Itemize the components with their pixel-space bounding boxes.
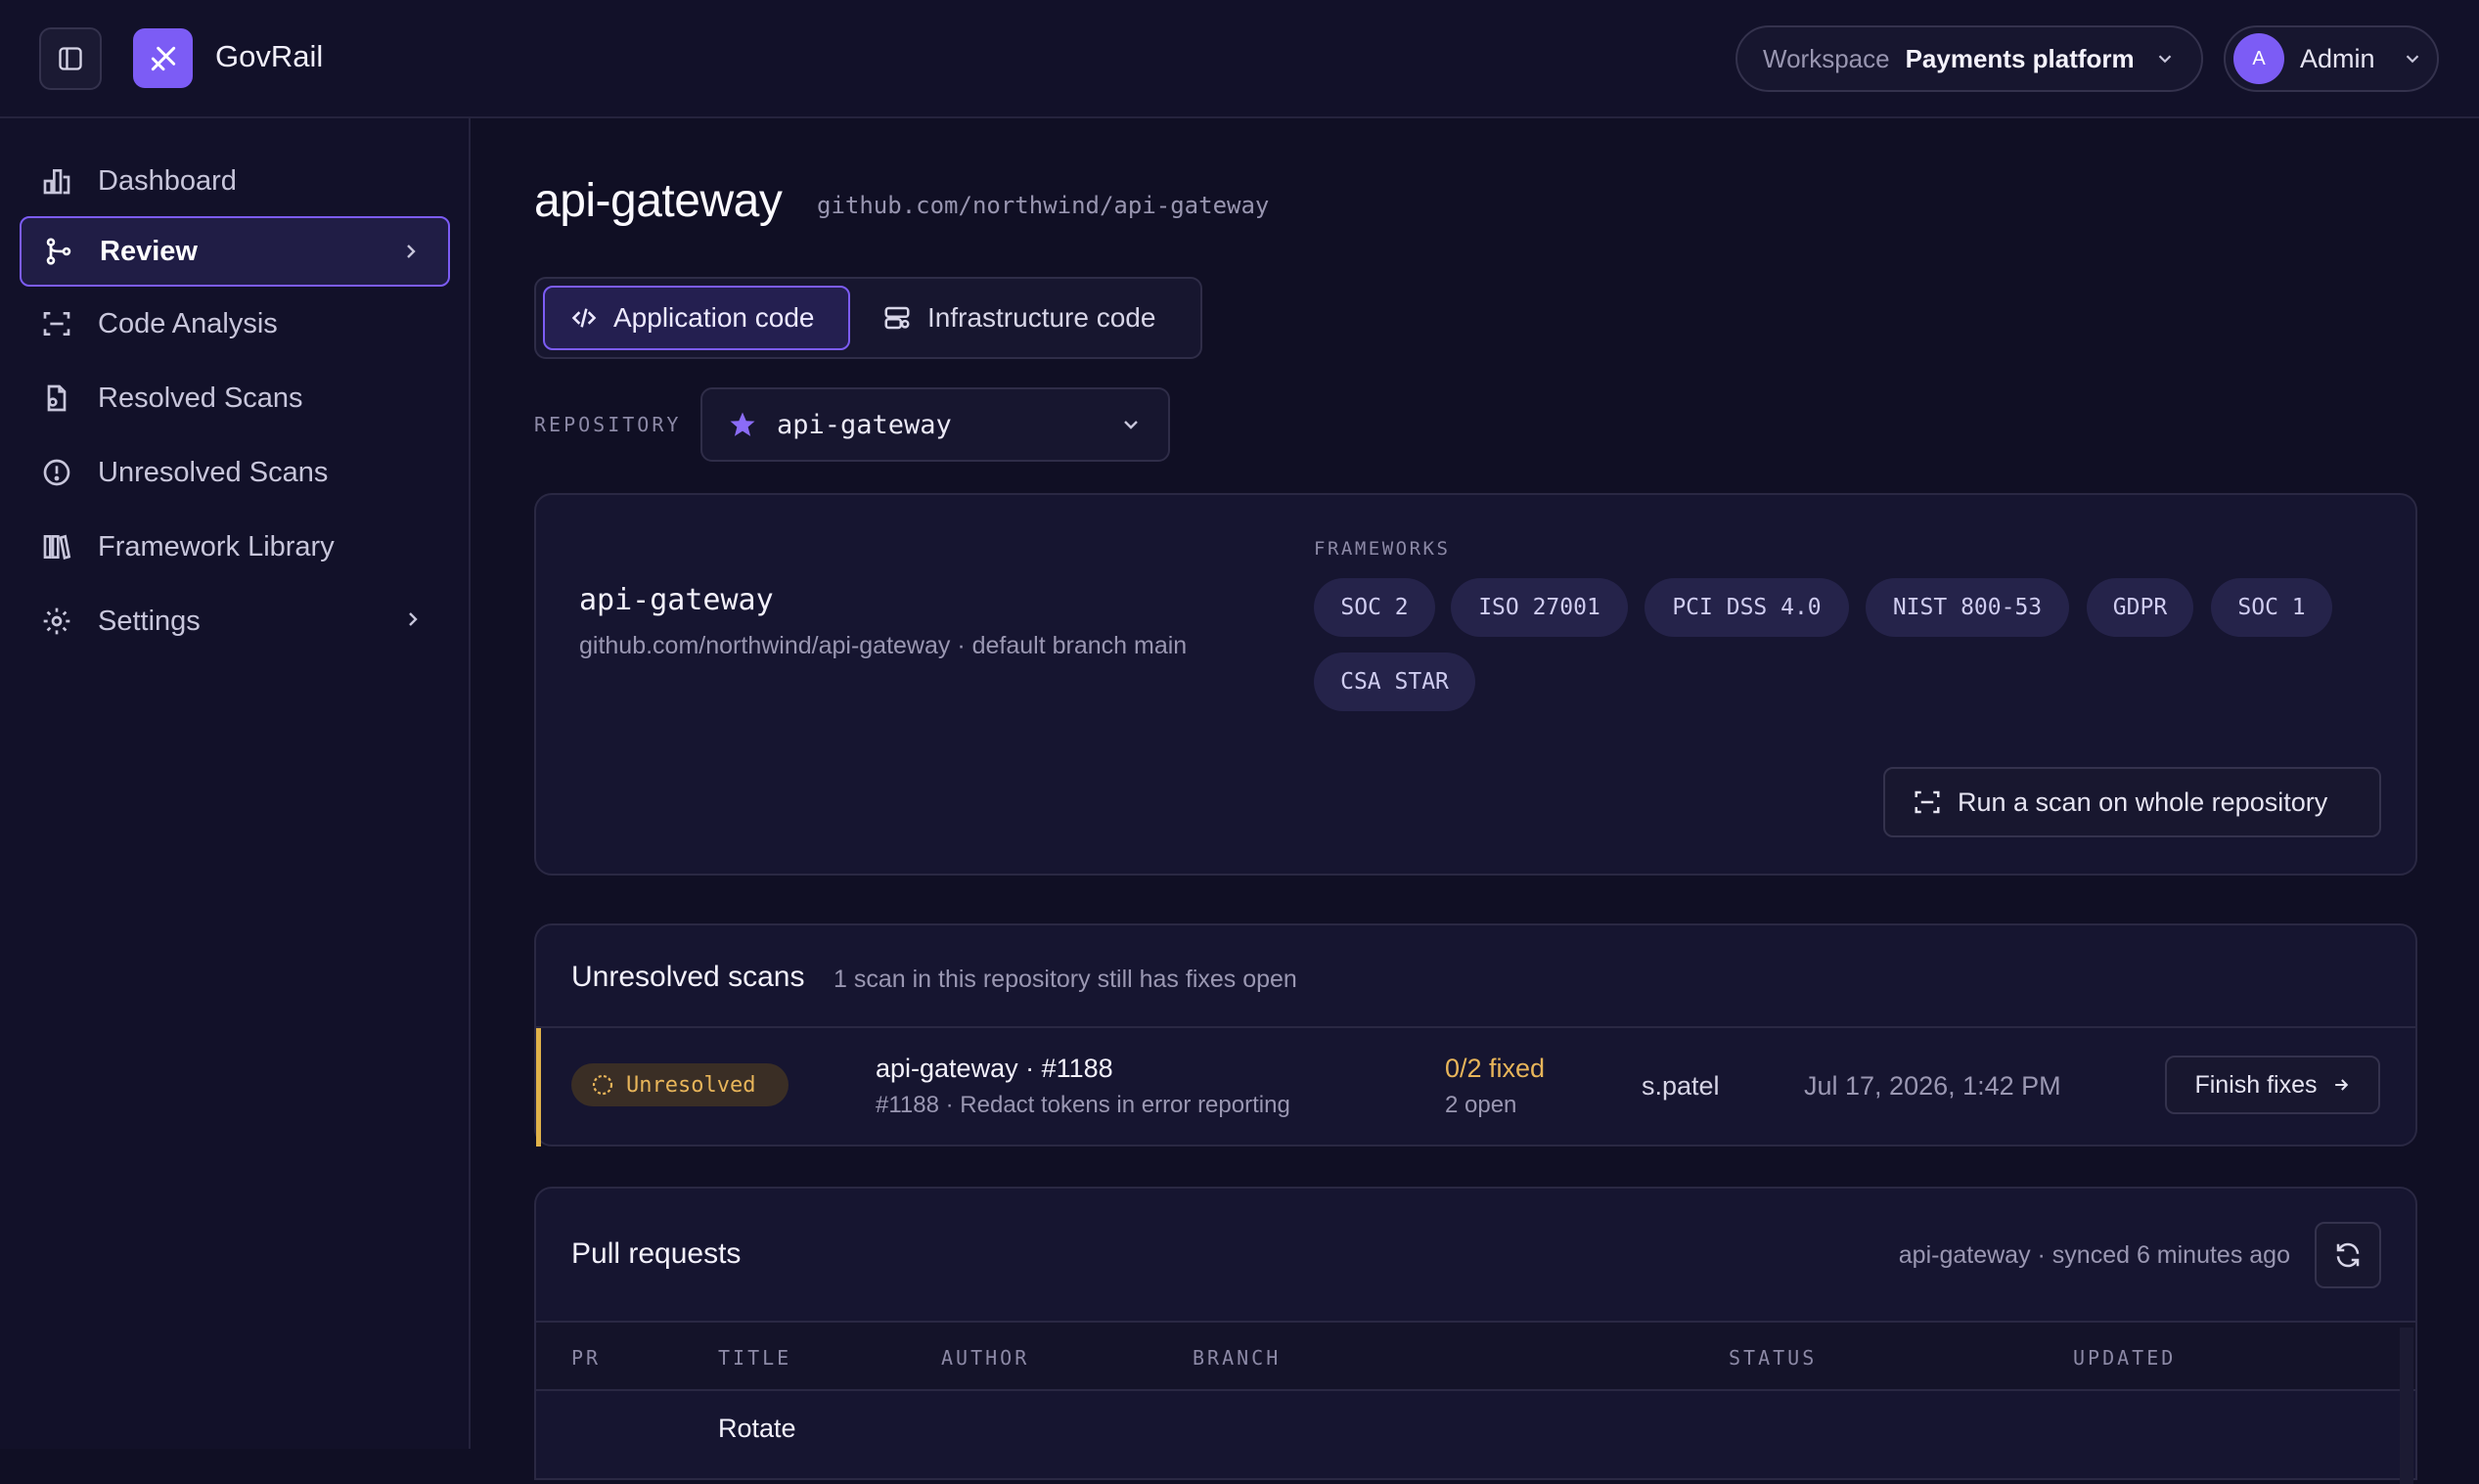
column-header-author[interactable]: AUTHOR bbox=[941, 1346, 1029, 1370]
framework-chip[interactable]: ISO 27001 bbox=[1451, 578, 1628, 637]
status-badge: Unresolved bbox=[571, 1063, 789, 1106]
git-branch-icon bbox=[46, 238, 71, 265]
chevron-down-icon bbox=[1124, 421, 1138, 429]
server-icon bbox=[884, 306, 910, 330]
section-title: Unresolved scans bbox=[571, 961, 805, 993]
table-header: PR TITLE AUTHOR BRANCH STATUS UPDATED bbox=[536, 1321, 2415, 1391]
code-icon bbox=[571, 308, 597, 328]
run-scan-label: Run a scan on whole repository bbox=[1958, 787, 2328, 817]
section-subtitle: 1 scan in this repository still has fixe… bbox=[834, 966, 1297, 993]
column-header-title[interactable]: TITLE bbox=[718, 1346, 791, 1370]
framework-chip[interactable]: NIST 800-53 bbox=[1866, 578, 2069, 637]
refresh-icon bbox=[2336, 1242, 2360, 1268]
tab-infrastructure-code[interactable]: Infrastructure code bbox=[857, 286, 1194, 350]
workspace-value: Payments platform bbox=[1905, 43, 2135, 73]
avatar: A bbox=[2233, 33, 2284, 84]
framework-chip[interactable]: GDPR bbox=[2087, 578, 2193, 637]
library-icon bbox=[43, 534, 71, 561]
repository-label: REPOSITORY bbox=[534, 413, 682, 436]
chevron-right-icon bbox=[407, 245, 416, 258]
file-check-icon bbox=[47, 384, 67, 412]
sidebar-toggle-icon bbox=[59, 47, 82, 70]
framework-chip[interactable]: PCI DSS 4.0 bbox=[1645, 578, 1849, 637]
brand-name: GovRail bbox=[215, 39, 324, 73]
repository-select[interactable]: api-gateway bbox=[700, 387, 1170, 462]
tab-label: Application code bbox=[613, 302, 815, 333]
scan-icon bbox=[1915, 790, 1940, 814]
tab-application-code[interactable]: Application code bbox=[543, 286, 850, 350]
bar-chart-icon bbox=[43, 169, 70, 195]
refresh-button[interactable] bbox=[2315, 1222, 2381, 1288]
top-bar: GovRail Workspace Payments platform A Ad… bbox=[0, 0, 2479, 118]
sidebar-item-label: Settings bbox=[98, 605, 201, 637]
repo-meta: github.com/northwind/api-gateway · defau… bbox=[579, 632, 1188, 659]
pr-title[interactable]: Rotate bbox=[718, 1414, 796, 1444]
sidebar-item-framework-library[interactable]: Framework Library bbox=[20, 512, 450, 582]
warning-stripe bbox=[536, 1028, 541, 1147]
framework-chip[interactable]: CSA STAR bbox=[1314, 652, 1475, 711]
sidebar-item-resolved-scans[interactable]: Resolved Scans bbox=[20, 363, 450, 433]
sidebar-item-label: Resolved Scans bbox=[98, 382, 303, 414]
code-type-tabs: Application code Infrastructure code bbox=[534, 277, 1202, 359]
sidebar-item-label: Dashboard bbox=[98, 164, 237, 197]
sidebar: Dashboard Review Code Analysis Resolved … bbox=[0, 118, 471, 1449]
framework-chip[interactable]: SOC 2 bbox=[1314, 578, 1435, 637]
page-url: github.com/northwind/api-gateway bbox=[817, 192, 1270, 219]
page-title: api-gateway bbox=[534, 175, 783, 227]
section-title: Pull requests bbox=[571, 1237, 742, 1270]
workspace-label: Workspace bbox=[1763, 43, 1890, 73]
chevron-down-icon bbox=[2406, 55, 2419, 64]
tab-label: Infrastructure code bbox=[927, 302, 1156, 333]
scan-owner: s.patel bbox=[1642, 1071, 1720, 1101]
app-logo[interactable] bbox=[133, 28, 193, 88]
sidebar-item-settings[interactable]: Settings bbox=[20, 586, 450, 656]
chevron-right-icon bbox=[409, 612, 418, 626]
column-header-status[interactable]: STATUS bbox=[1729, 1346, 1817, 1370]
user-name: Admin bbox=[2300, 43, 2375, 73]
sync-status: api-gateway · synced 6 minutes ago bbox=[1898, 1241, 2290, 1269]
scan-subtitle: #1188 · Redact tokens in error reporting bbox=[876, 1092, 1290, 1118]
finish-fixes-button[interactable]: Finish fixes bbox=[2165, 1056, 2380, 1114]
workspace-selector[interactable]: Workspace Payments platform bbox=[1735, 25, 2203, 92]
unresolved-scans-card: Unresolved scans 1 scan in this reposito… bbox=[534, 923, 2417, 1147]
frameworks-label: FRAMEWORKS bbox=[1314, 538, 1451, 560]
sidebar-item-dashboard[interactable]: Dashboard bbox=[20, 146, 450, 216]
scan-icon bbox=[43, 312, 70, 336]
repo-name: api-gateway bbox=[579, 583, 774, 617]
logo-icon bbox=[151, 46, 175, 70]
gear-icon bbox=[43, 607, 70, 635]
status-text: Unresolved bbox=[626, 1072, 756, 1098]
finish-fixes-label: Finish fixes bbox=[2194, 1070, 2318, 1099]
scan-title[interactable]: api-gateway · #1188 bbox=[876, 1054, 1113, 1084]
user-menu[interactable]: A Admin bbox=[2224, 25, 2439, 92]
repository-card: api-gateway github.com/northwind/api-gat… bbox=[534, 493, 2417, 876]
table-scrollbar[interactable] bbox=[2400, 1327, 2413, 1484]
sidebar-item-label: Framework Library bbox=[98, 530, 335, 562]
sidebar-item-unresolved-scans[interactable]: Unresolved Scans bbox=[20, 437, 450, 508]
sidebar-item-review[interactable]: Review bbox=[20, 216, 450, 287]
column-header-branch[interactable]: BRANCH bbox=[1193, 1346, 1281, 1370]
pull-requests-card: Pull requests api-gateway · synced 6 min… bbox=[534, 1187, 2417, 1484]
scan-timestamp: Jul 17, 2026, 1:42 PM bbox=[1804, 1071, 2061, 1101]
arrow-right-icon bbox=[2334, 1079, 2348, 1091]
repository-value: api-gateway bbox=[777, 409, 952, 440]
sidebar-item-code-analysis[interactable]: Code Analysis bbox=[20, 289, 450, 359]
pending-icon bbox=[592, 1074, 613, 1096]
open-count: 2 open bbox=[1445, 1092, 1517, 1118]
chevron-down-icon bbox=[2158, 55, 2172, 64]
star-icon bbox=[730, 412, 755, 436]
run-scan-button[interactable]: Run a scan on whole repository bbox=[1883, 767, 2381, 837]
alert-circle-icon bbox=[43, 459, 70, 486]
column-header-updated[interactable]: UPDATED bbox=[2073, 1346, 2176, 1370]
sidebar-item-label: Code Analysis bbox=[98, 307, 278, 339]
framework-chip[interactable]: SOC 1 bbox=[2211, 578, 2332, 637]
fixed-count: 0/2 fixed bbox=[1445, 1054, 1546, 1083]
column-header-pr[interactable]: PR bbox=[571, 1346, 601, 1370]
sidebar-toggle-button[interactable] bbox=[39, 27, 102, 90]
sidebar-item-label: Unresolved Scans bbox=[98, 456, 329, 488]
sidebar-item-label: Review bbox=[100, 235, 198, 267]
unresolved-scan-row[interactable]: Unresolved api-gateway · #1188 #1188 · R… bbox=[536, 1026, 2415, 1147]
